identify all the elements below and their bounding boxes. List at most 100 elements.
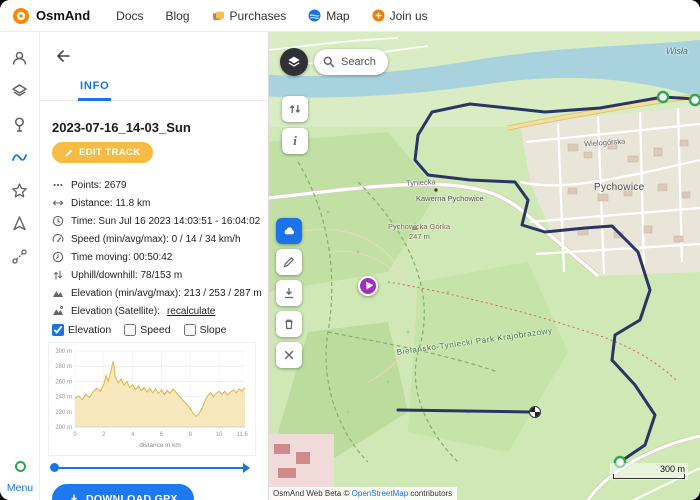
scale-bar: 300 m bbox=[610, 463, 688, 480]
nav-map-label: Map bbox=[326, 9, 349, 23]
close-icon bbox=[282, 348, 296, 362]
account-icon bbox=[11, 50, 28, 67]
elevation-checkbox[interactable]: Elevation bbox=[52, 324, 111, 336]
download-icon bbox=[282, 286, 296, 300]
directions-icon bbox=[288, 102, 302, 116]
scale-label: 300 m bbox=[613, 464, 685, 474]
left-icon-rail: Menu bbox=[0, 32, 40, 500]
scale-line bbox=[613, 474, 685, 479]
download-track-button[interactable] bbox=[276, 280, 302, 306]
speed-icon bbox=[52, 233, 64, 245]
top-navbar: OsmAnd Docs Blog Purchases Map Join us bbox=[0, 0, 700, 32]
cloud-icon bbox=[282, 224, 296, 238]
nav-docs-label: Docs bbox=[116, 9, 143, 23]
map-icon bbox=[308, 9, 321, 22]
stat-time-moving: Time moving: 00:50:42 bbox=[52, 248, 264, 266]
location-marker[interactable] bbox=[358, 276, 378, 296]
pencil-icon bbox=[282, 255, 296, 269]
recalculate-link[interactable]: recalculate bbox=[167, 306, 215, 317]
map-layers-icon bbox=[11, 83, 28, 100]
track-stats: Points: 2679 Distance: 11.8 km Time: Sun… bbox=[52, 176, 264, 320]
openstreetmap-link[interactable]: OpenStreetMap bbox=[352, 489, 408, 498]
elevation-chart[interactable]: 200 m220 m240 m260 m280 m300 m024681011.… bbox=[48, 342, 256, 456]
time-moving-icon bbox=[52, 251, 64, 263]
elevation-chart-svg: 200 m220 m240 m260 m280 m300 m024681011.… bbox=[49, 343, 253, 455]
map-attribution: OsmAnd Web Beta © OpenStreetMap contribu… bbox=[268, 487, 457, 500]
speed-checkbox[interactable]: Speed bbox=[124, 324, 170, 336]
svg-text:260 m: 260 m bbox=[55, 379, 72, 385]
edit-on-map-button[interactable] bbox=[276, 249, 302, 275]
delete-track-button[interactable] bbox=[276, 311, 302, 337]
elevation-icon bbox=[52, 287, 64, 299]
download-icon bbox=[68, 493, 80, 500]
panel-tabs: INFO bbox=[40, 78, 268, 101]
time-icon bbox=[52, 215, 64, 227]
purchases-icon bbox=[212, 9, 225, 22]
distance-icon bbox=[52, 197, 64, 209]
nav-purchases[interactable]: Purchases bbox=[212, 9, 287, 23]
chart-range-slider[interactable] bbox=[52, 463, 248, 473]
sidebar-item-tracks[interactable] bbox=[0, 141, 40, 174]
svg-text:220 m: 220 m bbox=[55, 410, 72, 416]
trash-icon bbox=[282, 317, 296, 331]
svg-text:0: 0 bbox=[73, 432, 77, 438]
plan-route-icon bbox=[11, 248, 28, 265]
svg-text:6: 6 bbox=[160, 432, 164, 438]
tab-info[interactable]: INFO bbox=[78, 80, 111, 101]
stat-time: Time: Sun Jul 16 2023 14:03:51 - 16:04:0… bbox=[52, 212, 264, 230]
stat-points: Points: 2679 bbox=[52, 176, 264, 194]
stat-distance: Distance: 11.8 km bbox=[52, 194, 264, 212]
sidebar-item-plan-route[interactable] bbox=[0, 240, 40, 273]
stat-uphill-downhill: Uphill/downhill: 78/153 m bbox=[52, 266, 264, 284]
nav-map[interactable]: Map bbox=[308, 9, 349, 23]
edit-track-button[interactable]: EDIT TRACK bbox=[52, 142, 153, 163]
navigation-icon bbox=[11, 215, 28, 232]
download-gpx-button[interactable]: DOWNLOAD GPX bbox=[52, 484, 194, 500]
svg-text:8: 8 bbox=[189, 432, 193, 438]
points-icon bbox=[52, 179, 64, 191]
close-track-button[interactable] bbox=[276, 342, 302, 368]
slider-track bbox=[52, 467, 248, 469]
back-button[interactable] bbox=[50, 44, 76, 70]
sidebar-item-navigation[interactable] bbox=[0, 207, 40, 240]
chart-series-toggles: Elevation Speed Slope bbox=[52, 324, 226, 336]
map-info-button[interactable]: i bbox=[282, 128, 308, 154]
stat-speed: Speed (min/avg/max): 0 / 14 / 34 km/h bbox=[52, 230, 264, 248]
slope-checkbox[interactable]: Slope bbox=[184, 324, 227, 336]
menu-link[interactable]: Menu bbox=[0, 482, 40, 494]
brand-name: OsmAnd bbox=[36, 8, 90, 23]
sidebar-item-terrain[interactable] bbox=[0, 108, 40, 141]
nav-blog-label: Blog bbox=[166, 9, 190, 23]
join-us-icon bbox=[372, 9, 385, 22]
svg-text:distance in km: distance in km bbox=[139, 442, 181, 449]
cloud-track-button[interactable] bbox=[276, 218, 302, 244]
uphill-downhill-icon bbox=[52, 269, 64, 281]
slider-handle-left[interactable] bbox=[50, 463, 59, 472]
svg-text:2: 2 bbox=[102, 432, 106, 438]
nav-blog[interactable]: Blog bbox=[166, 9, 190, 23]
slider-handle-right[interactable] bbox=[243, 463, 250, 473]
favorites-icon bbox=[11, 182, 28, 199]
track-map-toolbar bbox=[276, 218, 302, 368]
sidebar-item-favorites[interactable] bbox=[0, 174, 40, 207]
sidebar-item-account[interactable] bbox=[0, 42, 40, 75]
nav-join[interactable]: Join us bbox=[372, 9, 428, 23]
map-style-button[interactable] bbox=[280, 48, 308, 76]
nav-docs[interactable]: Docs bbox=[116, 9, 143, 23]
elevation-satellite-icon bbox=[52, 305, 64, 317]
sidebar-item-configure-map[interactable] bbox=[0, 75, 40, 108]
svg-text:10: 10 bbox=[216, 432, 223, 438]
pencil-icon bbox=[64, 148, 74, 158]
directions-button[interactable] bbox=[282, 96, 308, 122]
map-svg bbox=[268, 32, 700, 500]
map-search-button[interactable]: Search bbox=[314, 49, 388, 75]
search-label: Search bbox=[341, 56, 376, 68]
svg-text:300 m: 300 m bbox=[55, 349, 72, 355]
brand[interactable]: OsmAnd bbox=[12, 7, 90, 25]
edit-track-label: EDIT TRACK bbox=[79, 147, 141, 158]
nav-items: Docs Blog Purchases Map Join us bbox=[116, 9, 427, 23]
map-canvas[interactable]: Wisła Wielogórska Pychowice Kawerna Pych… bbox=[268, 32, 700, 500]
svg-text:4: 4 bbox=[131, 432, 135, 438]
stat-elevation: Elevation (min/avg/max): 213 / 253 / 287… bbox=[52, 284, 264, 302]
osmand-web-app: OsmAnd Docs Blog Purchases Map Join us bbox=[0, 0, 700, 500]
